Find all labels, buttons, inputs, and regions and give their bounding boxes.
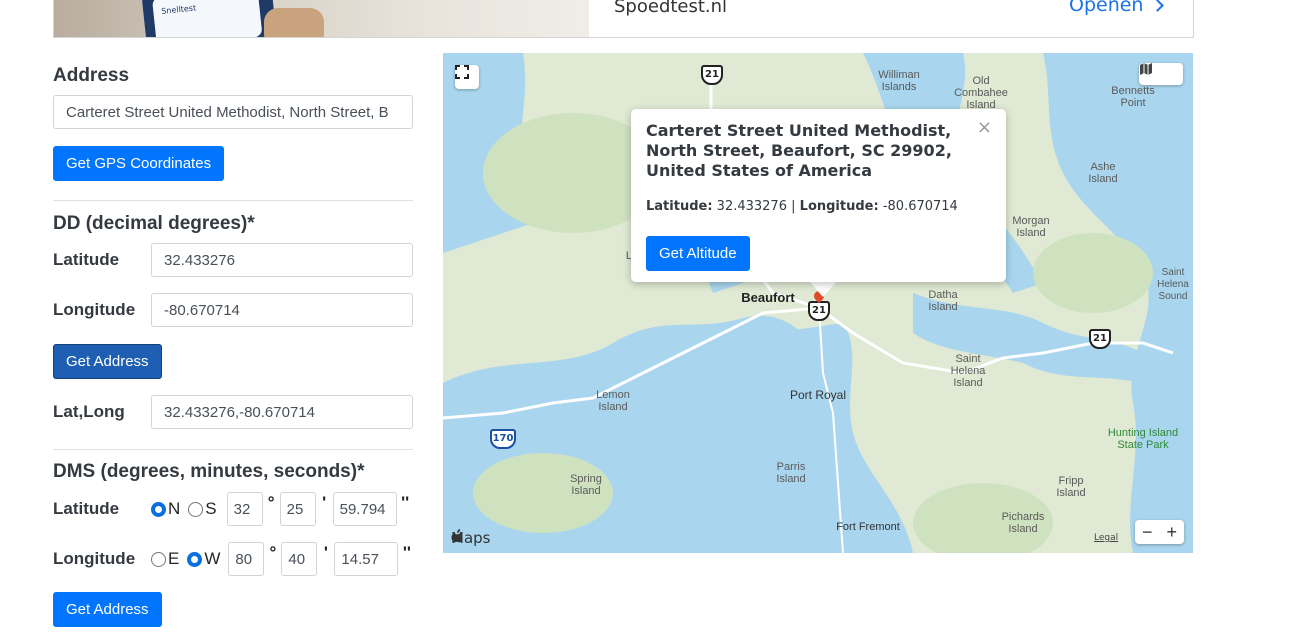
map-label-saint-helena-sound: Saint Helena Sound: [1157, 267, 1189, 302]
ad-domain: Spoedtest.nl: [614, 0, 728, 17]
north-label: N: [168, 499, 181, 518]
latitude-row: Latitude: [53, 243, 413, 277]
zoom-control: − +: [1135, 520, 1184, 544]
longitude-row: Longitude: [53, 293, 413, 327]
map-label-spring: Spring Island: [570, 473, 602, 497]
i170-shield: 170: [490, 429, 516, 449]
longitude-input[interactable]: [151, 293, 413, 327]
ad-hand-image: [264, 8, 324, 37]
lon-degrees-input[interactable]: 80: [228, 542, 265, 576]
map-label-parris: Parris Island: [776, 461, 806, 485]
north-radio[interactable]: [151, 501, 166, 517]
south-label: S: [205, 499, 217, 518]
east-label: E: [168, 549, 180, 568]
zoom-in-button[interactable]: +: [1166, 522, 1177, 543]
zoom-out-button[interactable]: −: [1142, 522, 1153, 543]
lat-seconds-input[interactable]: 59.794: [332, 492, 397, 526]
apple-icon: [451, 529, 463, 543]
popup-separator: |: [791, 199, 796, 214]
ad-open-link[interactable]: Openen: [1069, 0, 1165, 16]
get-gps-coordinates-button[interactable]: Get GPS Coordinates: [53, 146, 225, 181]
lon-minutes-input[interactable]: 40: [281, 542, 318, 576]
page: Snelltest Spoedtest.nl Openen Address Ge…: [0, 0, 1305, 640]
get-altitude-button[interactable]: Get Altitude: [646, 236, 750, 271]
map-label-fripp: Fripp Island: [1056, 475, 1086, 499]
map-type-icon: [1140, 63, 1152, 75]
map-label-port-royal: Port Royal: [789, 388, 847, 402]
second-symbol: '': [401, 493, 410, 512]
map-label-bennetts: Bennetts Point: [1111, 85, 1155, 109]
fullscreen-icon: [455, 65, 469, 79]
map[interactable]: Williman Islands Old Combahee Island Ben…: [443, 53, 1193, 553]
map-label-fort-fremont: Fort Fremont: [836, 521, 900, 533]
location-popup: Carteret Street United Methodist, North …: [631, 109, 1006, 282]
south-radio[interactable]: [188, 501, 204, 517]
popup-address: Carteret Street United Methodist, North …: [646, 121, 952, 180]
dd-heading: DD (decimal degrees)*: [53, 213, 255, 234]
us21-shield-top: 21: [701, 65, 723, 85]
latlong-input[interactable]: [151, 395, 413, 429]
ad-phone-screen: Snelltest: [151, 0, 263, 37]
ad-phone-image: Snelltest: [140, 0, 278, 37]
us21-shield-mid: 21: [808, 301, 830, 321]
west-label: W: [204, 549, 221, 568]
map-label-morgan: Morgan Island: [1012, 215, 1050, 239]
dms-heading: DMS (degrees, minutes, seconds)*: [53, 461, 365, 482]
dms-latitude-row: Latitude N S 32 ° 25 ' 59.794 '': [53, 492, 414, 526]
map-label-beaufort: Beaufort: [741, 290, 795, 305]
map-label-pichards: Pichards Island: [1001, 511, 1045, 535]
fullscreen-button[interactable]: [455, 65, 479, 89]
map-label-lemon: Lemon Island: [596, 389, 630, 413]
popup-lon-value: -80.670714: [882, 199, 958, 214]
dms-longitude-label: Longitude: [53, 549, 136, 568]
latitude-input[interactable]: [151, 243, 413, 277]
divider: [53, 449, 413, 450]
latlong-row: Lat,Long: [53, 395, 413, 429]
minute-symbol: ': [323, 543, 328, 562]
lat-degrees-input[interactable]: 32: [226, 492, 263, 526]
longitude-label: Longitude: [53, 300, 136, 319]
ad-image: Snelltest: [54, 0, 589, 37]
map-label-saint-helena: Saint Helena Island: [950, 353, 986, 389]
latlong-label: Lat,Long: [53, 402, 125, 421]
apple-maps-logo: Maps: [451, 529, 490, 547]
second-symbol: '': [402, 543, 411, 562]
ad-open-label: Openen: [1069, 0, 1144, 16]
map-label-hunting: Hunting Island State Park: [1107, 427, 1179, 451]
dms-longitude-row: Longitude E W 80 ° 40 ' 14.57 '': [53, 542, 415, 576]
get-address-dms-button[interactable]: Get Address: [53, 592, 162, 627]
divider: [53, 200, 413, 201]
map-type-button[interactable]: [1139, 63, 1183, 85]
popup-tail: [809, 281, 837, 297]
degree-symbol: °: [267, 493, 275, 512]
latitude-label: Latitude: [53, 250, 120, 269]
popup-coordinates: Latitude: 32.433276 | Longitude: -80.670…: [646, 199, 991, 214]
dms-latitude-label: Latitude: [53, 499, 120, 518]
us21-shield-right: 21: [1089, 329, 1111, 349]
minute-symbol: ': [322, 493, 327, 512]
map-label-datha: Datha Island: [928, 289, 958, 313]
close-icon[interactable]: ×: [977, 117, 992, 138]
legal-link[interactable]: Legal: [1094, 533, 1118, 543]
chevron-right-icon: [1151, 0, 1165, 12]
east-radio[interactable]: [151, 551, 166, 567]
map-label-williman: Williman Islands: [878, 69, 920, 93]
ad-banner[interactable]: Snelltest Spoedtest.nl Openen: [53, 0, 1194, 38]
popup-lat-label: Latitude:: [646, 199, 713, 214]
map-label-old-combahee: Old Combahee Island: [954, 75, 1008, 111]
address-heading: Address: [53, 65, 130, 86]
popup-lat-value: 32.433276: [716, 199, 787, 214]
map-label-ashe: Ashe Island: [1088, 161, 1118, 185]
popup-lon-label: Longitude:: [799, 199, 879, 214]
lon-seconds-input[interactable]: 14.57: [334, 542, 399, 576]
west-radio[interactable]: [187, 551, 203, 567]
lat-minutes-input[interactable]: 25: [279, 492, 316, 526]
degree-symbol: °: [269, 543, 277, 562]
get-address-button[interactable]: Get Address: [53, 344, 162, 379]
address-input[interactable]: [53, 95, 413, 129]
